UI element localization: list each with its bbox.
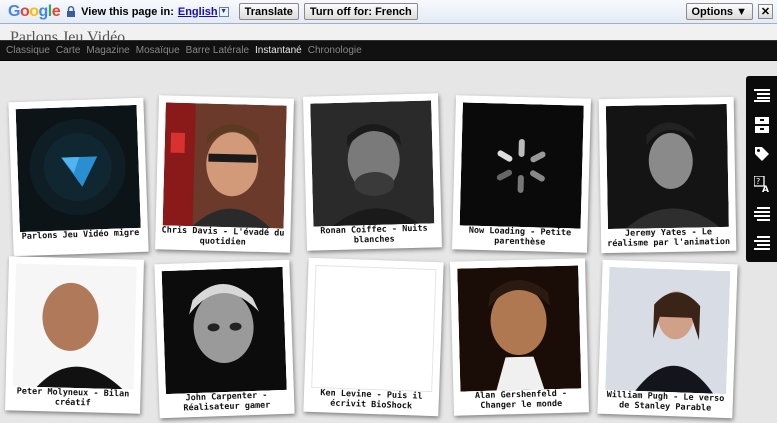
nav-item-barre-laterale[interactable]: Barre Latérale [186, 45, 249, 56]
snapshot-card[interactable]: John Carpenter - Réalisateur gamer [154, 259, 295, 419]
snapshot-card[interactable]: Parlons Jeu Vidéo migre [8, 97, 149, 257]
translate-button[interactable]: Translate [238, 3, 299, 20]
card-image-portrait [161, 266, 287, 395]
snapshot-card[interactable]: Alan Gershenfeld - Changer le monde [450, 258, 589, 416]
translate-icon[interactable]: ? A [751, 173, 773, 195]
nav-item-classique[interactable]: Classique [6, 45, 50, 56]
card-image-blank [311, 264, 437, 393]
list-alt-icon[interactable] [751, 203, 773, 225]
card-image-logo [15, 104, 141, 233]
snapshot-card[interactable]: Ken Levine - Puis il écrivit BioShock [303, 257, 444, 417]
snapshot-card[interactable]: Jeremy Yates - Le réalisme par l'animati… [598, 96, 737, 254]
card-image-portrait [162, 102, 287, 229]
tag-icon[interactable] [751, 143, 773, 165]
language-link[interactable]: English [178, 6, 218, 18]
nav-item-carte[interactable]: Carte [56, 45, 80, 56]
archive-icon[interactable] [751, 114, 773, 136]
svg-text:A: A [762, 185, 769, 192]
nav-item-magazine[interactable]: Magazine [86, 45, 129, 56]
card-caption: John Carpenter - Réalisateur gamer [183, 390, 271, 414]
language-dropdown-icon[interactable]: ▼ [218, 6, 229, 17]
list-icon[interactable] [751, 84, 773, 106]
translate-prompt: View this page in: [81, 5, 174, 18]
snapshot-card[interactable]: Now Loading - Petite parenthèse [452, 95, 591, 253]
view-nav: Classique Carte Magazine Mosaïque Barre … [0, 40, 777, 61]
card-caption: Now Loading - Petite parenthèse [468, 225, 572, 248]
snapshot-card[interactable]: William Pugh - Le verso de Stanley Parab… [597, 259, 738, 419]
close-icon[interactable]: ✕ [758, 4, 773, 19]
side-toolbar: ? A [746, 76, 777, 262]
nav-item-mosaique[interactable]: Mosaïque [136, 45, 180, 56]
card-image-portrait [605, 266, 731, 395]
card-image-portrait [605, 103, 729, 230]
snapshot-card[interactable]: Chris Davis - L'évadé du quotidien [155, 95, 294, 253]
snapshot-card[interactable]: Peter Molyneux - Bilan créatif [5, 256, 144, 414]
site-header: Parlons Jeu Vidéo [0, 24, 777, 40]
card-caption: Alan Gershenfeld - Changer le monde [474, 388, 568, 412]
lock-icon [66, 6, 76, 17]
turn-off-button[interactable]: Turn off for: French [303, 3, 418, 20]
snapshot-card[interactable]: Ronan Coiffec - Nuits blanches [303, 93, 442, 251]
translate-bar: Google View this page in: English ▼ Tran… [0, 0, 777, 24]
site-title[interactable]: Parlons Jeu Vidéo [10, 29, 125, 40]
card-caption: Jeremy Yates - Le réalisme par l'animati… [607, 227, 731, 250]
svg-text:?: ? [756, 177, 760, 186]
card-image-portrait [310, 100, 435, 227]
card-image-portrait [457, 265, 582, 392]
google-logo: Google [8, 2, 61, 20]
card-caption: Chris Davis - L'évadé du quotidien [161, 225, 285, 248]
list-lines-icon[interactable] [751, 232, 773, 254]
card-caption: Ronan Coiffec - Nuits blanches [320, 223, 428, 246]
nav-item-instantane[interactable]: Instantané [255, 45, 302, 56]
nav-item-chronologie[interactable]: Chronologie [308, 45, 362, 56]
card-caption: Ken Levine - Puis il écrivit BioShock [320, 388, 423, 412]
card-image-loading [459, 102, 584, 229]
card-image-portrait [12, 263, 137, 390]
card-caption: Peter Molyneux - Bilan créatif [16, 386, 130, 409]
options-button[interactable]: Options ▼ [685, 3, 753, 20]
card-caption: William Pugh - Le verso de Stanley Parab… [606, 389, 725, 414]
